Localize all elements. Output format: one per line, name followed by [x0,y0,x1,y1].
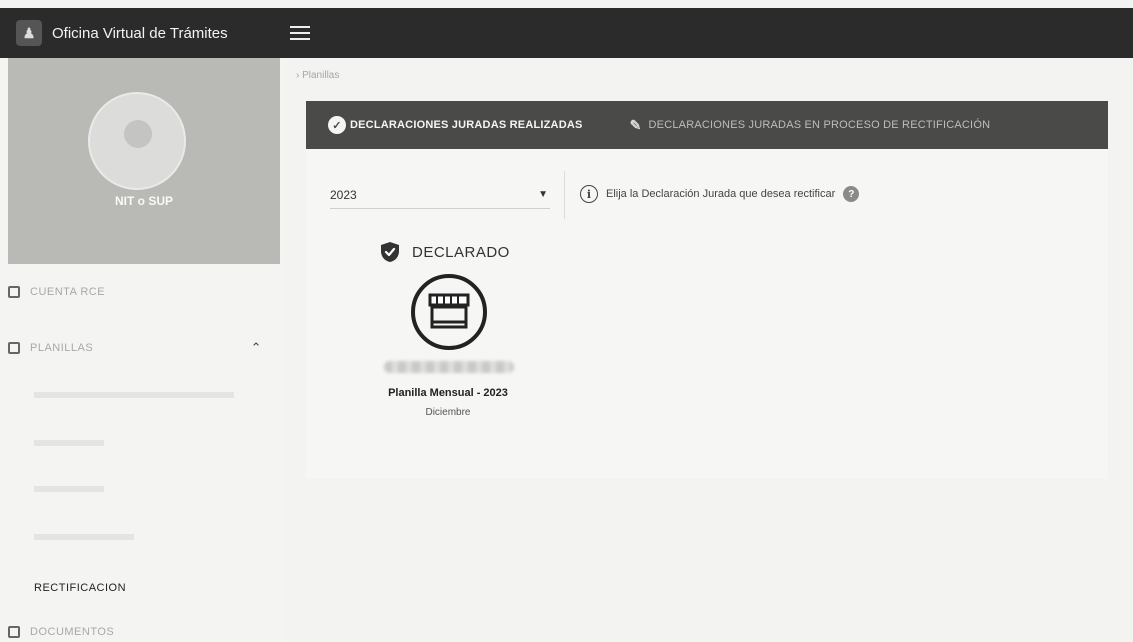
submenu-item[interactable] [34,392,234,398]
status-badge: DECLARADO [380,241,510,263]
tab-declaraciones-realizadas[interactable]: ✓ DECLARACIONES JURADAS REALIZADAS [306,101,605,149]
submenu-item[interactable] [34,440,104,446]
sidebar: NIT o SUP CUENTA RCE PLANILLAS ⌃ RECTIFI… [0,58,286,642]
top-bar: ♟ Oficina Virtual de Trámites [0,8,1133,58]
hint-text: Elija la Declaración Jurada que desea re… [606,188,836,200]
tab-label: DECLARACIONES JURADAS EN PROCESO DE RECT… [648,119,991,131]
avatar[interactable] [88,92,186,190]
hamburger-menu-icon[interactable] [290,26,310,40]
caret-down-icon: ▼ [538,189,548,200]
submenu-item[interactable] [34,486,104,492]
shield-check-icon: ✓ [328,116,346,134]
profile-name: NIT o SUP [114,194,173,208]
app-title: Oficina Virtual de Trámites [52,24,228,42]
tab-label: DECLARACIONES JURADAS REALIZADAS [350,119,583,131]
pencil-icon: ✎ [629,116,642,133]
declaration-month: Diciembre [425,407,471,418]
sidebar-item-label: DOCUMENTOS [30,626,115,638]
content-panel: 2023 ▼ i Elija la Declaración Jurada que… [306,149,1108,479]
year-select[interactable]: 2023 ▼ [330,181,550,209]
submenu-item[interactable] [34,534,134,540]
user-icon [124,120,152,148]
tab-bar: ✓ DECLARACIONES JURADAS REALIZADAS ✎ DEC… [306,101,1108,149]
sidebar-item-label: PLANILLAS [30,342,94,354]
folder-icon [8,626,20,638]
id-card-icon [8,286,20,298]
sidebar-item-cuenta-rce[interactable]: CUENTA RCE [8,286,278,298]
year-select-value: 2023 [330,187,357,202]
profile-panel: NIT o SUP [8,58,280,264]
sidebar-item-documentos[interactable]: DOCUMENTOS [8,626,278,638]
sidebar-item-rectificacion[interactable]: RECTIFICACION [34,582,126,594]
document-stack-icon [8,342,20,354]
status-text: DECLARADO [412,243,510,261]
brand[interactable]: ♟ Oficina Virtual de Trámites [0,8,286,58]
tab-declaraciones-en-rectificacion[interactable]: ✎ DECLARACIONES JURADAS EN PROCESO DE RE… [605,101,1013,149]
hint: i Elija la Declaración Jurada que desea … [580,185,860,203]
declaration-card[interactable]: DECLARADO Planilla Mensual - 2023 Diciem… [362,231,542,431]
sidebar-item-planillas[interactable]: PLANILLAS ⌃ [8,340,278,356]
help-icon[interactable]: ? [843,186,860,202]
app-logo-icon: ♟ [16,20,42,46]
sidebar-item-label: CUENTA RCE [30,286,106,298]
storefront-icon [411,274,487,350]
redacted-text [384,361,514,373]
info-icon: i [580,185,598,203]
chevron-up-icon[interactable]: ⌃ [251,340,262,356]
breadcrumb[interactable]: › Planillas [296,70,339,81]
declaration-title: Planilla Mensual - 2023 [388,387,508,399]
divider [564,171,565,219]
shield-check-icon [381,242,399,262]
